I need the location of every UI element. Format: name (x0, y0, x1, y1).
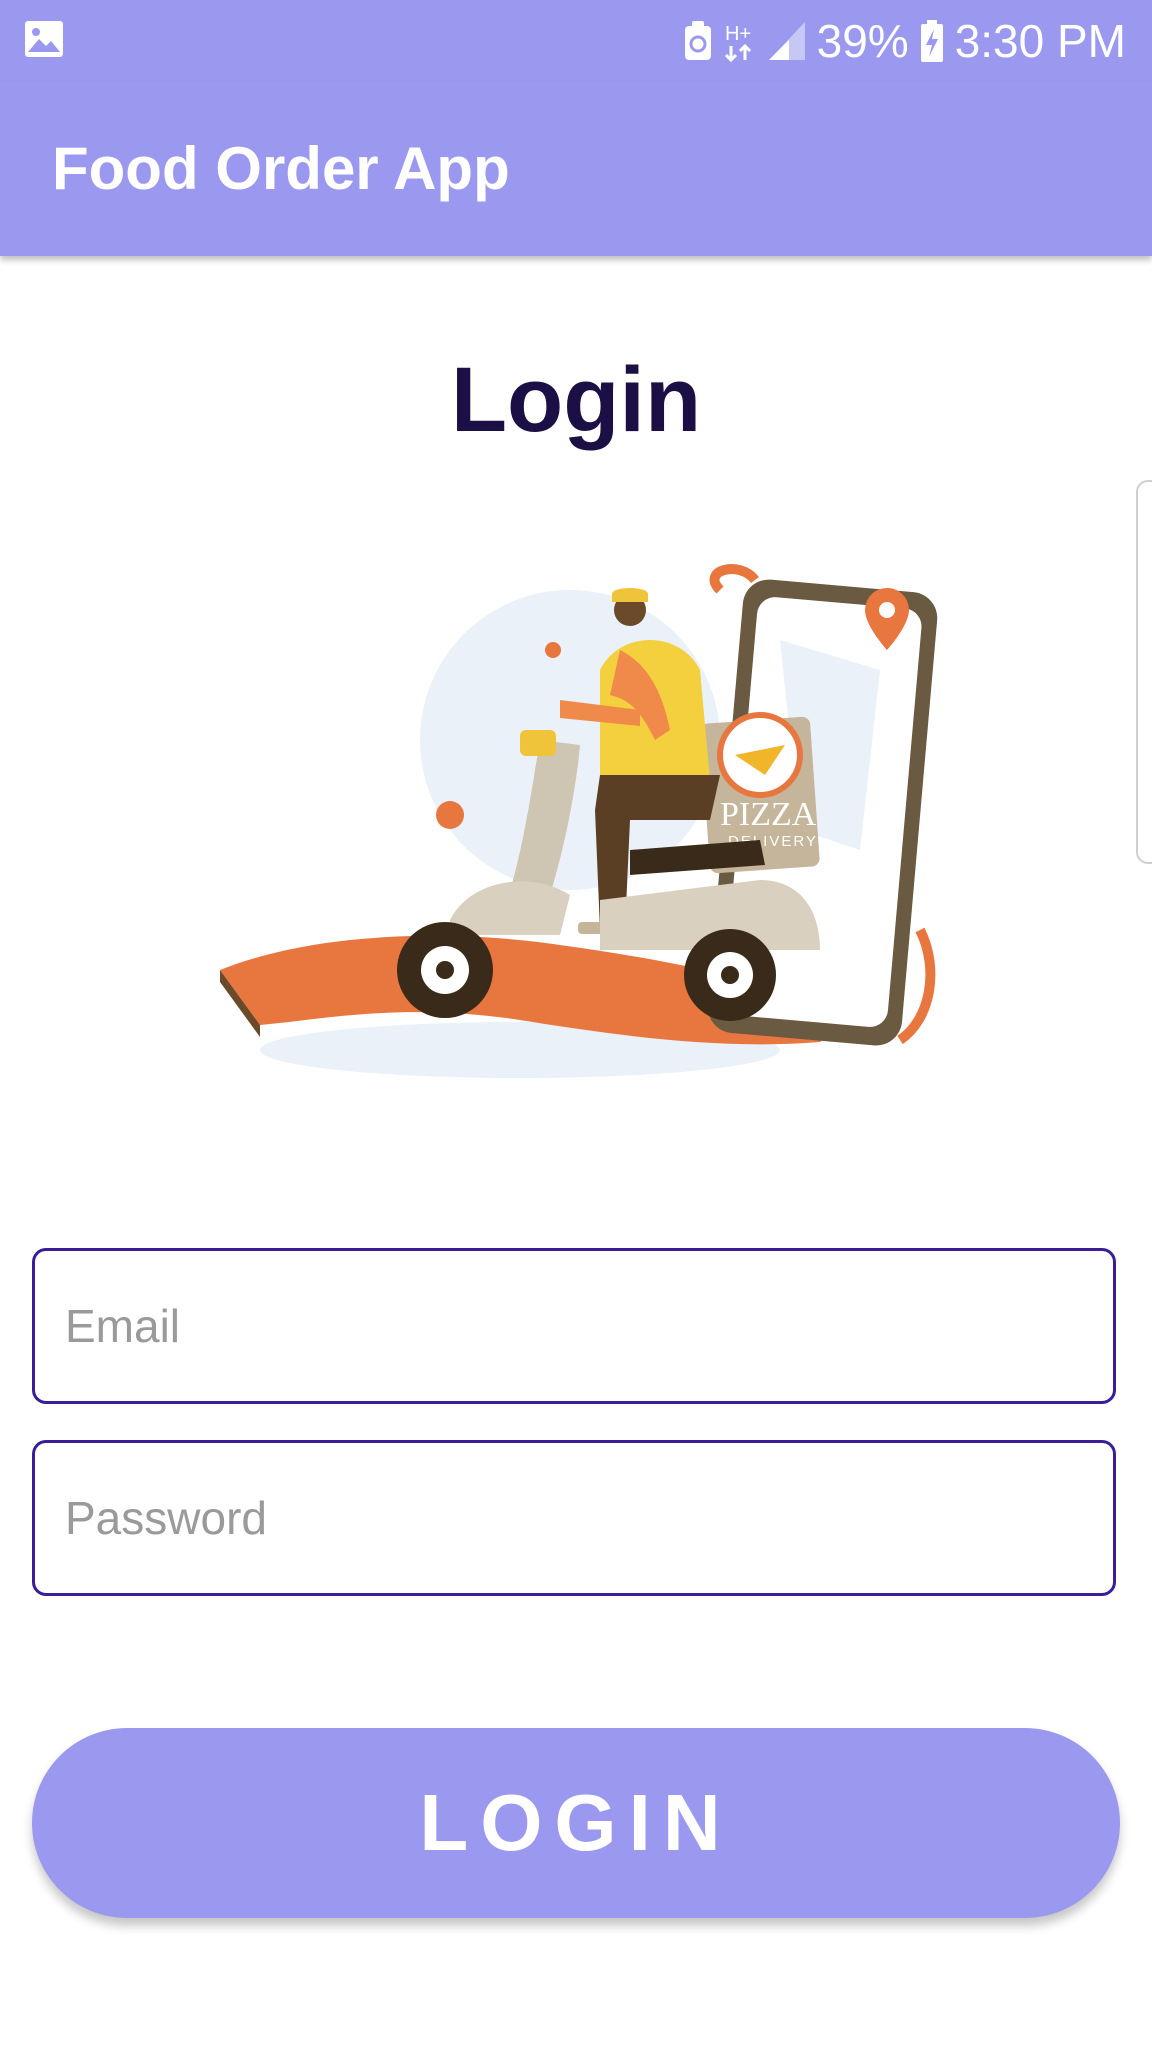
email-field[interactable] (32, 1248, 1116, 1404)
delivery-scooter-illustration: PIZZA DELIVERY (220, 564, 938, 1078)
login-button[interactable]: LOGIN (32, 1728, 1120, 1918)
notification-icon (684, 21, 711, 60)
battery-charging-icon (920, 20, 943, 62)
password-field[interactable] (32, 1440, 1116, 1596)
app-bar: Food Order App (0, 82, 1152, 256)
signal-icon (768, 22, 805, 60)
status-bar: H+ 39% 3:30 PM (0, 0, 1152, 82)
status-icons: H+ 39% 3:30 PM (683, 10, 1126, 72)
clock: 3:30 PM (954, 15, 1126, 67)
page-title: Login (450, 349, 702, 451)
network-icon: H+ (724, 23, 751, 62)
network-type-label: H+ (725, 23, 751, 45)
gallery-icon (25, 21, 63, 57)
battery-percent: 39% (816, 15, 909, 67)
app-title: Food Order App (52, 135, 510, 202)
pizza-box-text: PIZZA (720, 796, 817, 833)
edge-panel-handle[interactable] (1136, 480, 1152, 864)
